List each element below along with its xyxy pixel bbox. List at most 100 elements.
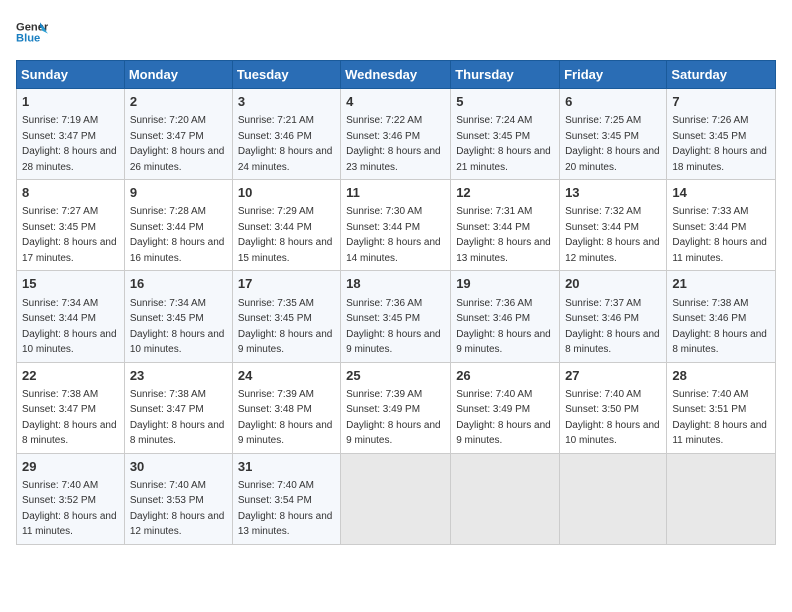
calendar-cell: 5Sunrise: 7:24 AMSunset: 3:45 PMDaylight… bbox=[451, 89, 560, 180]
day-detail: Sunrise: 7:22 AMSunset: 3:46 PMDaylight:… bbox=[346, 115, 441, 173]
calendar-week-row: 22 Sunrise: 7:38 AMSunset: 3:47 PMDayligh… bbox=[17, 362, 776, 453]
calendar-cell: 26 Sunrise: 7:40 AMSunset: 3:49 PMDayligh… bbox=[451, 362, 560, 453]
calendar-cell: 6Sunrise: 7:25 AMSunset: 3:45 PMDaylight… bbox=[560, 89, 667, 180]
calendar-week-row: 1 Sunrise: 7:19 AMSunset: 3:47 PMDaylight… bbox=[17, 89, 776, 180]
calendar-cell: 19Sunrise: 7:36 AMSunset: 3:46 PMDayligh… bbox=[451, 271, 560, 362]
calendar-cell: 20 Sunrise: 7:37 AMSunset: 3:46 PMDayligh… bbox=[560, 271, 667, 362]
day-number: 14 bbox=[672, 184, 770, 202]
day-detail: Sunrise: 7:39 AMSunset: 3:48 PMDaylight:… bbox=[238, 389, 333, 447]
calendar-cell: 16 Sunrise: 7:34 AMSunset: 3:45 PMDayligh… bbox=[124, 271, 232, 362]
day-detail: Sunrise: 7:40 AMSunset: 3:50 PMDaylight:… bbox=[565, 389, 660, 447]
calendar-cell: 22 Sunrise: 7:38 AMSunset: 3:47 PMDayligh… bbox=[17, 362, 125, 453]
weekday-header-cell: Saturday bbox=[667, 61, 776, 89]
day-detail: Sunrise: 7:20 AMSunset: 3:47 PMDaylight:… bbox=[130, 115, 225, 173]
day-number: 16 bbox=[130, 275, 227, 293]
day-number: 8 bbox=[22, 184, 119, 202]
day-number: 28 bbox=[672, 367, 770, 385]
day-detail: Sunrise: 7:36 AMSunset: 3:46 PMDaylight:… bbox=[456, 298, 551, 356]
calendar-cell bbox=[341, 453, 451, 544]
calendar-cell: 25 Sunrise: 7:39 AMSunset: 3:49 PMDayligh… bbox=[341, 362, 451, 453]
day-detail: Sunrise: 7:34 AMSunset: 3:44 PMDaylight:… bbox=[22, 298, 117, 356]
day-number: 10 bbox=[238, 184, 335, 202]
calendar-cell: 23 Sunrise: 7:38 AMSunset: 3:47 PMDayligh… bbox=[124, 362, 232, 453]
day-detail: Sunrise: 7:19 AMSunset: 3:47 PMDaylight:… bbox=[22, 115, 117, 173]
day-number: 5 bbox=[456, 93, 554, 111]
day-detail: Sunrise: 7:33 AMSunset: 3:44 PMDaylight:… bbox=[672, 206, 767, 264]
day-number: 11 bbox=[346, 184, 445, 202]
day-detail: Sunrise: 7:26 AMSunset: 3:45 PMDaylight:… bbox=[672, 115, 767, 173]
day-detail: Sunrise: 7:29 AMSunset: 3:44 PMDaylight:… bbox=[238, 206, 333, 264]
day-number: 26 bbox=[456, 367, 554, 385]
day-number: 23 bbox=[130, 367, 227, 385]
day-number: 1 bbox=[22, 93, 119, 111]
day-number: 20 bbox=[565, 275, 661, 293]
page-header: General Blue bbox=[16, 16, 776, 48]
day-number: 29 bbox=[22, 458, 119, 476]
day-detail: Sunrise: 7:25 AMSunset: 3:45 PMDaylight:… bbox=[565, 115, 660, 173]
day-detail: Sunrise: 7:21 AMSunset: 3:46 PMDaylight:… bbox=[238, 115, 333, 173]
calendar-cell: 9 Sunrise: 7:28 AMSunset: 3:44 PMDaylight… bbox=[124, 180, 232, 271]
calendar-cell: 30Sunrise: 7:40 AMSunset: 3:53 PMDayligh… bbox=[124, 453, 232, 544]
day-detail: Sunrise: 7:34 AMSunset: 3:45 PMDaylight:… bbox=[130, 298, 225, 356]
day-number: 2 bbox=[130, 93, 227, 111]
day-detail: Sunrise: 7:37 AMSunset: 3:46 PMDaylight:… bbox=[565, 298, 660, 356]
day-detail: Sunrise: 7:27 AMSunset: 3:45 PMDaylight:… bbox=[22, 206, 117, 264]
day-detail: Sunrise: 7:32 AMSunset: 3:44 PMDaylight:… bbox=[565, 206, 660, 264]
calendar-cell: 2 Sunrise: 7:20 AMSunset: 3:47 PMDaylight… bbox=[124, 89, 232, 180]
day-number: 12 bbox=[456, 184, 554, 202]
calendar-cell: 18Sunrise: 7:36 AMSunset: 3:45 PMDayligh… bbox=[341, 271, 451, 362]
calendar-cell: 13 Sunrise: 7:32 AMSunset: 3:44 PMDayligh… bbox=[560, 180, 667, 271]
day-number: 17 bbox=[238, 275, 335, 293]
day-number: 24 bbox=[238, 367, 335, 385]
day-detail: Sunrise: 7:38 AMSunset: 3:47 PMDaylight:… bbox=[130, 389, 225, 447]
weekday-header-row: SundayMondayTuesdayWednesdayThursdayFrid… bbox=[17, 61, 776, 89]
calendar-cell: 3 Sunrise: 7:21 AMSunset: 3:46 PMDaylight… bbox=[232, 89, 340, 180]
day-detail: Sunrise: 7:40 AMSunset: 3:51 PMDaylight:… bbox=[672, 389, 767, 447]
day-number: 15 bbox=[22, 275, 119, 293]
weekday-header-cell: Monday bbox=[124, 61, 232, 89]
day-number: 22 bbox=[22, 367, 119, 385]
calendar-cell: 11Sunrise: 7:30 AMSunset: 3:44 PMDayligh… bbox=[341, 180, 451, 271]
calendar-table: SundayMondayTuesdayWednesdayThursdayFrid… bbox=[16, 60, 776, 545]
calendar-cell: 27Sunrise: 7:40 AMSunset: 3:50 PMDayligh… bbox=[560, 362, 667, 453]
calendar-week-row: 8 Sunrise: 7:27 AMSunset: 3:45 PMDaylight… bbox=[17, 180, 776, 271]
day-number: 13 bbox=[565, 184, 661, 202]
logo: General Blue bbox=[16, 16, 48, 48]
day-number: 9 bbox=[130, 184, 227, 202]
day-detail: Sunrise: 7:40 AMSunset: 3:49 PMDaylight:… bbox=[456, 389, 551, 447]
calendar-week-row: 15 Sunrise: 7:34 AMSunset: 3:44 PMDayligh… bbox=[17, 271, 776, 362]
day-detail: Sunrise: 7:39 AMSunset: 3:49 PMDaylight:… bbox=[346, 389, 441, 447]
day-detail: Sunrise: 7:31 AMSunset: 3:44 PMDaylight:… bbox=[456, 206, 551, 264]
calendar-cell: 10 Sunrise: 7:29 AMSunset: 3:44 PMDayligh… bbox=[232, 180, 340, 271]
day-detail: Sunrise: 7:40 AMSunset: 3:53 PMDaylight:… bbox=[130, 480, 225, 538]
day-detail: Sunrise: 7:40 AMSunset: 3:52 PMDaylight:… bbox=[22, 480, 117, 538]
weekday-header-cell: Friday bbox=[560, 61, 667, 89]
day-number: 4 bbox=[346, 93, 445, 111]
calendar-cell: 8 Sunrise: 7:27 AMSunset: 3:45 PMDaylight… bbox=[17, 180, 125, 271]
calendar-cell: 31Sunrise: 7:40 AMSunset: 3:54 PMDayligh… bbox=[232, 453, 340, 544]
day-detail: Sunrise: 7:38 AMSunset: 3:47 PMDaylight:… bbox=[22, 389, 117, 447]
day-number: 21 bbox=[672, 275, 770, 293]
calendar-cell: 15 Sunrise: 7:34 AMSunset: 3:44 PMDayligh… bbox=[17, 271, 125, 362]
day-detail: Sunrise: 7:36 AMSunset: 3:45 PMDaylight:… bbox=[346, 298, 441, 356]
calendar-cell bbox=[451, 453, 560, 544]
day-detail: Sunrise: 7:38 AMSunset: 3:46 PMDaylight:… bbox=[672, 298, 767, 356]
calendar-cell: 7 Sunrise: 7:26 AMSunset: 3:45 PMDaylight… bbox=[667, 89, 776, 180]
weekday-header-cell: Sunday bbox=[17, 61, 125, 89]
calendar-cell: 24 Sunrise: 7:39 AMSunset: 3:48 PMDayligh… bbox=[232, 362, 340, 453]
day-number: 25 bbox=[346, 367, 445, 385]
calendar-cell: 4 Sunrise: 7:22 AMSunset: 3:46 PMDaylight… bbox=[341, 89, 451, 180]
calendar-cell: 29 Sunrise: 7:40 AMSunset: 3:52 PMDayligh… bbox=[17, 453, 125, 544]
calendar-week-row: 29 Sunrise: 7:40 AMSunset: 3:52 PMDayligh… bbox=[17, 453, 776, 544]
weekday-header-cell: Thursday bbox=[451, 61, 560, 89]
logo-icon: General Blue bbox=[16, 16, 48, 48]
day-number: 7 bbox=[672, 93, 770, 111]
calendar-cell bbox=[667, 453, 776, 544]
weekday-header-cell: Wednesday bbox=[341, 61, 451, 89]
calendar-cell bbox=[560, 453, 667, 544]
day-detail: Sunrise: 7:28 AMSunset: 3:44 PMDaylight:… bbox=[130, 206, 225, 264]
calendar-body: 1 Sunrise: 7:19 AMSunset: 3:47 PMDaylight… bbox=[17, 89, 776, 545]
day-number: 3 bbox=[238, 93, 335, 111]
calendar-cell: 14 Sunrise: 7:33 AMSunset: 3:44 PMDayligh… bbox=[667, 180, 776, 271]
day-detail: Sunrise: 7:35 AMSunset: 3:45 PMDaylight:… bbox=[238, 298, 333, 356]
